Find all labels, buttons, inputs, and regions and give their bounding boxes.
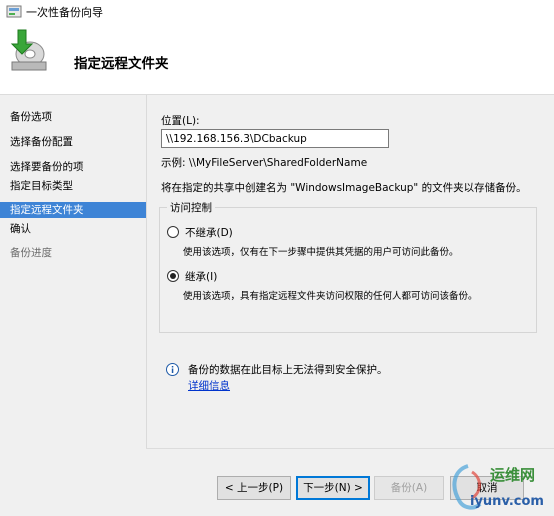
inherit-description: 使用该选项，具有指定远程文件夹访问权限的任何人都可访问该备份。 — [183, 291, 478, 302]
next-button[interactable]: 下一步(N) > — [296, 476, 370, 500]
step-confirm[interactable]: 确认 — [0, 221, 146, 237]
location-label: 位置(L): — [161, 115, 200, 127]
access-control-group: 访问控制 不继承(D) 使用该选项，仅有在下一步骤中提供其凭据的用户可访问此备份… — [159, 200, 537, 333]
step-backup-options[interactable]: 备份选项 — [0, 109, 146, 125]
wizard-steps-sidebar: 备份选项 选择备份配置 选择要备份的项 指定目标类型 指定远程文件夹 确认 备份… — [0, 95, 146, 516]
backup-button: 备份(A) — [374, 476, 444, 500]
more-info-link[interactable]: 详细信息 — [188, 378, 230, 393]
inherit-radio[interactable] — [167, 270, 179, 282]
do-not-inherit-radio[interactable] — [167, 226, 179, 238]
inherit-label[interactable]: 继承(I) — [185, 269, 217, 284]
cancel-button[interactable]: 取消 — [450, 476, 524, 500]
title-bar: 一次性备份向导 — [0, 0, 554, 22]
inherit-option[interactable]: 继承(I) — [167, 268, 217, 284]
step-select-backup-config[interactable]: 选择备份配置 — [0, 134, 146, 150]
do-not-inherit-description: 使用该选项，仅有在下一步骤中提供其凭据的用户可访问此备份。 — [183, 247, 459, 258]
example-text: 示例: \\MyFileServer\SharedFolderName — [161, 157, 368, 169]
security-note: 备份的数据在此目标上无法得到安全保护。 — [188, 364, 388, 376]
previous-button[interactable]: < 上一步(P) — [217, 476, 291, 500]
backup-drive-icon — [10, 29, 47, 71]
wizard-footer: < 上一步(P) 下一步(N) > 备份(A) 取消 — [146, 448, 554, 516]
do-not-inherit-option[interactable]: 不继承(D) — [167, 224, 233, 240]
info-icon — [166, 363, 179, 376]
step-backup-progress: 备份进度 — [10, 247, 52, 259]
page-heading: 指定远程文件夹 — [74, 56, 169, 72]
do-not-inherit-label[interactable]: 不继承(D) — [185, 225, 233, 240]
access-control-legend: 访问控制 — [167, 200, 215, 215]
step-remote-folder[interactable]: 指定远程文件夹 — [0, 202, 146, 218]
folder-note: 将在指定的共享中创建名为 "WindowsImageBackup" 的文件夹以存… — [161, 182, 527, 194]
wizard-header: 指定远程文件夹 — [0, 22, 554, 95]
step-destination-type[interactable]: 指定目标类型 — [0, 178, 146, 194]
location-input[interactable] — [161, 129, 389, 148]
window-title: 一次性备份向导 — [26, 6, 103, 19]
step-select-items[interactable]: 选择要备份的项 — [0, 159, 146, 175]
backup-app-icon — [6, 5, 22, 18]
